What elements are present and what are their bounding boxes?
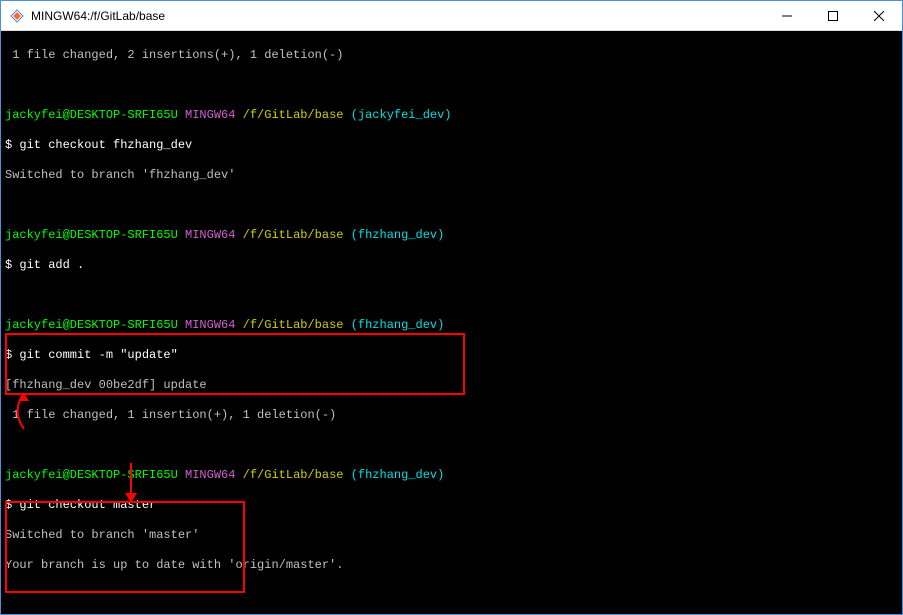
blank-line xyxy=(5,438,898,453)
blank-line xyxy=(5,588,898,603)
blank-line xyxy=(5,78,898,93)
prompt-env: MINGW64 xyxy=(185,228,235,242)
prompt-branch: (fhzhang_dev) xyxy=(351,228,445,242)
titlebar: MINGW64:/f/GitLab/base xyxy=(1,1,902,31)
annotation-box-2 xyxy=(5,501,245,593)
prompt-user: jackyfei@DESKTOP-SRFI65U xyxy=(5,228,178,242)
blank-line xyxy=(5,198,898,213)
output-line: 1 file changed, 2 insertions(+), 1 delet… xyxy=(5,48,898,63)
prompt-line: jackyfei@DESKTOP-SRFI65U MINGW64 /f/GitL… xyxy=(5,228,898,243)
prompt-path: /f/GitLab/base xyxy=(243,228,344,242)
prompt-branch: (jackyfei_dev) xyxy=(351,108,452,122)
close-button[interactable] xyxy=(856,1,902,31)
prompt-line: jackyfei@DESKTOP-SRFI65U MINGW64 /f/GitL… xyxy=(5,318,898,333)
output-line: Your branch is up to date with 'origin/m… xyxy=(5,558,898,573)
prompt-path: /f/GitLab/base xyxy=(243,108,344,122)
app-icon xyxy=(9,8,25,24)
output-line: Switched to branch 'master' xyxy=(5,528,898,543)
prompt-branch: (fhzhang_dev) xyxy=(351,318,445,332)
prompt-line: jackyfei@DESKTOP-SRFI65U MINGW64 /f/GitL… xyxy=(5,108,898,123)
command-line: $ git add . xyxy=(5,258,898,273)
prompt-user: jackyfei@DESKTOP-SRFI65U xyxy=(5,108,178,122)
prompt-env: MINGW64 xyxy=(185,468,235,482)
minimize-button[interactable] xyxy=(764,1,810,31)
terminal-body[interactable]: 1 file changed, 2 insertions(+), 1 delet… xyxy=(1,31,902,614)
window-controls xyxy=(764,1,902,31)
maximize-button[interactable] xyxy=(810,1,856,31)
terminal-window: MINGW64:/f/GitLab/base 1 file changed, 2… xyxy=(0,0,903,615)
window-title: MINGW64:/f/GitLab/base xyxy=(31,9,764,23)
prompt-env: MINGW64 xyxy=(185,318,235,332)
prompt-line: jackyfei@DESKTOP-SRFI65U MINGW64 /f/GitL… xyxy=(5,468,898,483)
command-line: $ git checkout master xyxy=(5,498,898,513)
blank-line xyxy=(5,288,898,303)
output-line: Switched to branch 'fhzhang_dev' xyxy=(5,168,898,183)
output-line: [fhzhang_dev 00be2df] update xyxy=(5,378,898,393)
prompt-branch: (fhzhang_dev) xyxy=(351,468,445,482)
prompt-path: /f/GitLab/base xyxy=(243,318,344,332)
command-line: $ git commit -m "update" xyxy=(5,348,898,363)
output-line: 1 file changed, 1 insertion(+), 1 deleti… xyxy=(5,408,898,423)
prompt-user: jackyfei@DESKTOP-SRFI65U xyxy=(5,318,178,332)
prompt-env: MINGW64 xyxy=(185,108,235,122)
command-line: $ git checkout fhzhang_dev xyxy=(5,138,898,153)
prompt-path: /f/GitLab/base xyxy=(243,468,344,482)
prompt-user: jackyfei@DESKTOP-SRFI65U xyxy=(5,468,178,482)
